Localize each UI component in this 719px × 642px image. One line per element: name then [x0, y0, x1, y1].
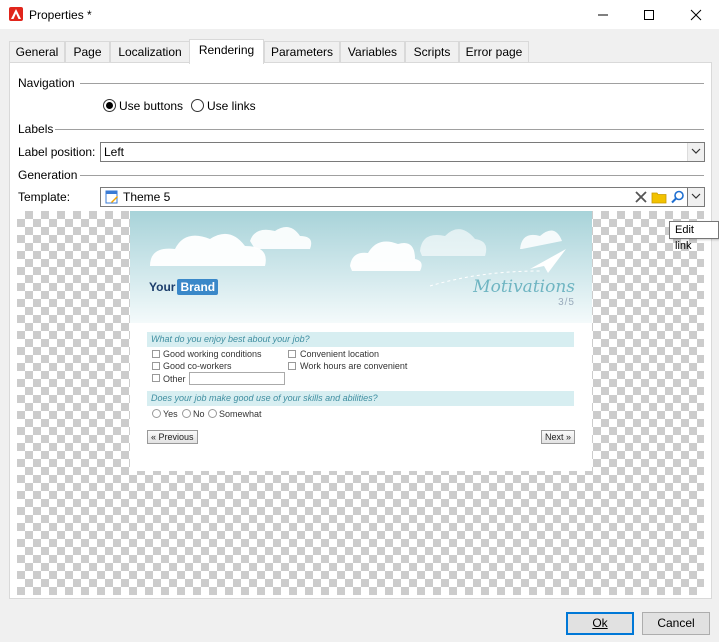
generation-separator: [80, 175, 704, 176]
tab-error-page[interactable]: Error page: [459, 41, 529, 63]
labels-section-label: Labels: [18, 122, 54, 136]
option-label: Work hours are convenient: [300, 361, 408, 371]
template-field[interactable]: Theme 5: [100, 187, 705, 207]
survey-header: Your Brand Motivations 3/5: [130, 211, 592, 323]
survey-page-indicator: 3/5: [558, 297, 575, 308]
question-1: What do you enjoy best about your job?: [147, 332, 574, 347]
tab-rendering[interactable]: Rendering: [189, 39, 264, 64]
chevron-down-icon: [691, 193, 701, 199]
tab-general[interactable]: General: [9, 41, 65, 63]
checkbox[interactable]: [288, 350, 296, 358]
survey-title: Motivations: [473, 277, 575, 297]
option-label: Good co-workers: [163, 361, 232, 371]
next-button[interactable]: Next »: [540, 430, 575, 444]
app-logo-icon: [9, 7, 23, 21]
tab-parameters[interactable]: Parameters: [264, 41, 340, 63]
tab-scripts[interactable]: Scripts: [405, 41, 459, 63]
survey-preview: Your Brand Motivations 3/5 What do you en…: [130, 211, 592, 471]
use-buttons-label[interactable]: Use buttons: [119, 99, 183, 113]
close-button[interactable]: [673, 0, 719, 30]
template-preview: Your Brand Motivations 3/5 What do you en…: [17, 211, 704, 595]
radio-option[interactable]: [182, 409, 191, 418]
template-label: Template:: [18, 190, 71, 204]
minimize-button[interactable]: [580, 0, 626, 30]
radio-option[interactable]: [208, 409, 217, 418]
template-icon: [105, 190, 118, 204]
search-icon[interactable]: [670, 189, 686, 205]
edit-link-tooltip: Edit link: [669, 221, 719, 252]
radio-option[interactable]: [152, 409, 161, 418]
option-label: Convenient location: [300, 349, 380, 359]
generation-section-label: Generation: [18, 168, 78, 182]
checkbox[interactable]: [152, 374, 160, 382]
checkbox[interactable]: [288, 362, 296, 370]
tab-localization[interactable]: Localization: [110, 41, 190, 63]
navigation-separator: [80, 83, 704, 84]
window-title: Properties *: [29, 8, 92, 22]
cancel-button[interactable]: Cancel: [642, 612, 710, 635]
close-icon: [690, 9, 702, 21]
option-label: Good working conditions: [163, 349, 262, 359]
use-links-radio[interactable]: [191, 99, 204, 112]
previous-button[interactable]: « Previous: [147, 430, 198, 444]
title-bar: Properties *: [0, 0, 719, 30]
maximize-icon: [644, 10, 654, 20]
ok-button[interactable]: Ok: [566, 612, 634, 635]
labels-separator: [55, 129, 704, 130]
option-label: Other: [163, 374, 186, 384]
tab-page[interactable]: Page: [65, 41, 110, 63]
checkbox[interactable]: [152, 362, 160, 370]
chevron-down-icon: [691, 148, 701, 154]
use-links-label[interactable]: Use links: [207, 99, 256, 113]
label-position-select[interactable]: Left: [100, 142, 705, 162]
checkbox[interactable]: [152, 350, 160, 358]
maximize-button[interactable]: [626, 0, 672, 30]
label-position-label: Label position:: [18, 145, 96, 159]
option-label: No: [193, 409, 205, 419]
tab-variables[interactable]: Variables: [340, 41, 405, 63]
label-position-value: Left: [104, 145, 125, 159]
folder-icon[interactable]: [651, 189, 667, 205]
clear-icon[interactable]: [633, 189, 649, 205]
template-dropdown-button[interactable]: [687, 187, 705, 207]
option-label: Somewhat: [219, 409, 262, 419]
use-buttons-radio[interactable]: [103, 99, 116, 112]
other-text-input[interactable]: [189, 372, 285, 385]
minimize-icon: [598, 14, 608, 16]
option-label: Yes: [163, 409, 178, 419]
navigation-section-label: Navigation: [18, 76, 75, 90]
brand-logo: Your Brand: [149, 279, 219, 295]
question-2: Does your job make good use of your skil…: [147, 391, 574, 406]
template-value: Theme 5: [123, 190, 171, 204]
label-position-dropdown-button[interactable]: [687, 143, 704, 161]
radio-selected-dot: [106, 102, 113, 109]
